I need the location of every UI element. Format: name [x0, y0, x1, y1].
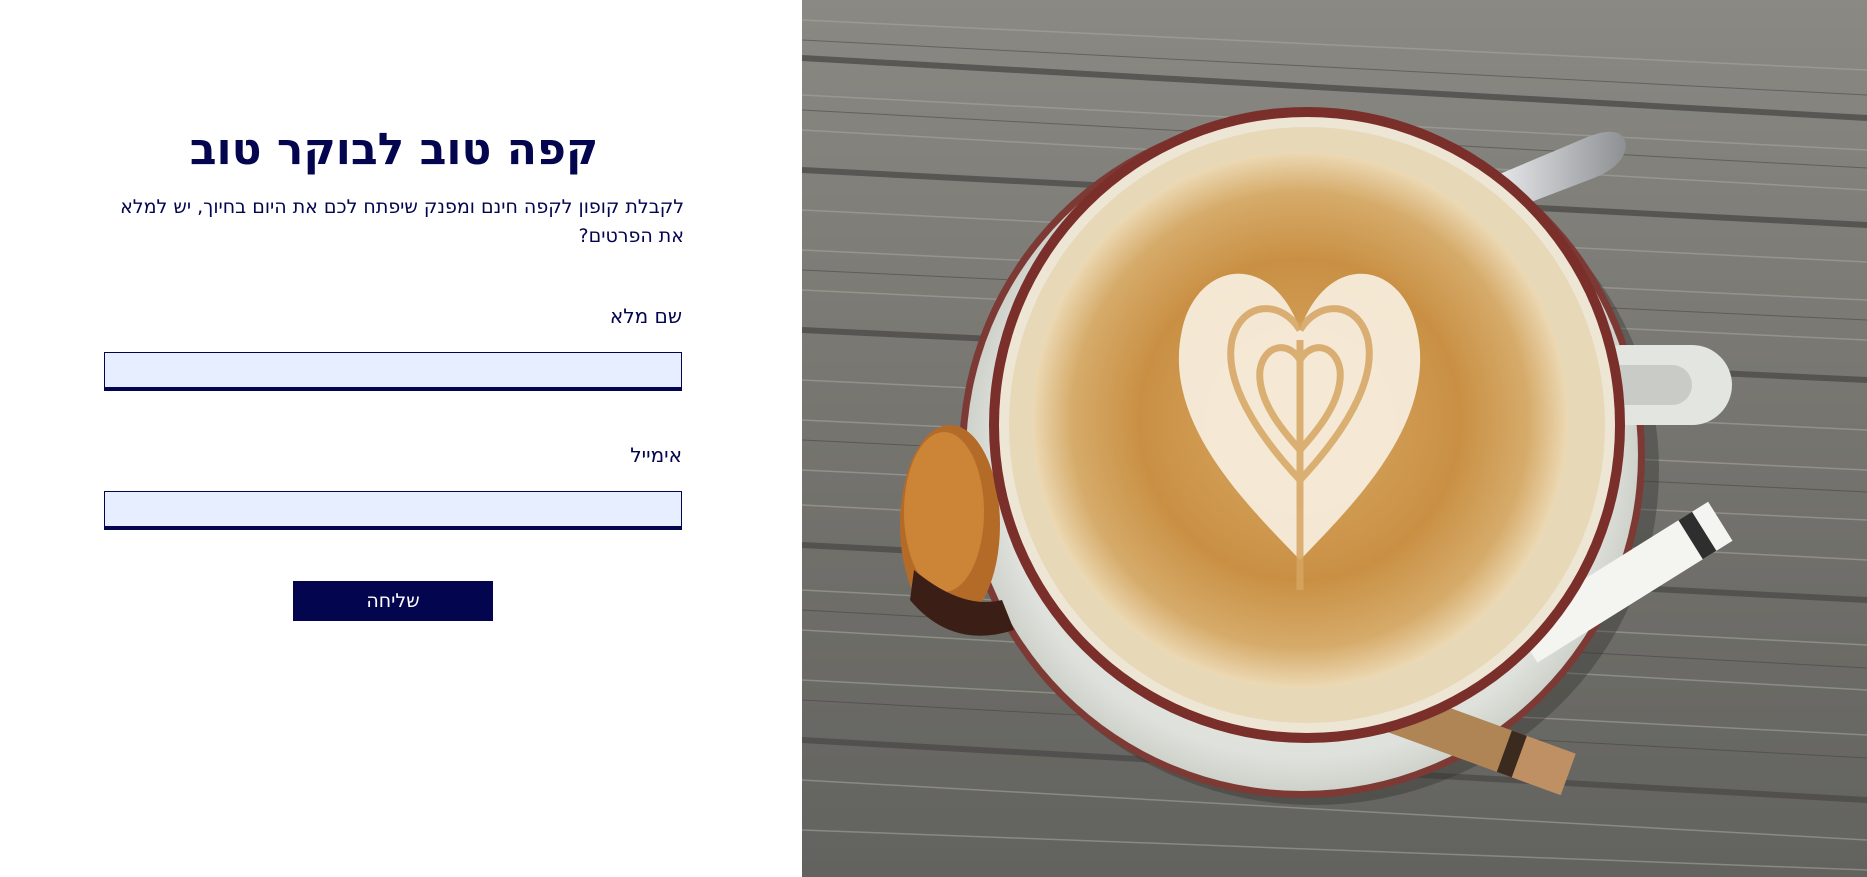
full-name-label: שם מלא — [609, 304, 682, 328]
email-label: אימייל — [630, 443, 682, 467]
coffee-cup-photo — [802, 0, 1867, 877]
coupon-signup-page: קפה טוב לבוקר טוב לקבלת קופון לקפה חינם … — [0, 0, 1867, 877]
page-subtitle: לקבלת קופון לקפה חינם ומפנק שיפתח לכם את… — [120, 196, 684, 247]
submit-button[interactable]: שליחה — [293, 581, 493, 621]
email-input[interactable] — [104, 491, 682, 530]
page-title: קפה טוב לבוקר טוב — [189, 124, 599, 175]
full-name-input[interactable] — [104, 352, 682, 391]
hero-image — [802, 0, 1867, 877]
form-panel: קפה טוב לבוקר טוב לקבלת קופון לקפה חינם … — [0, 0, 802, 877]
